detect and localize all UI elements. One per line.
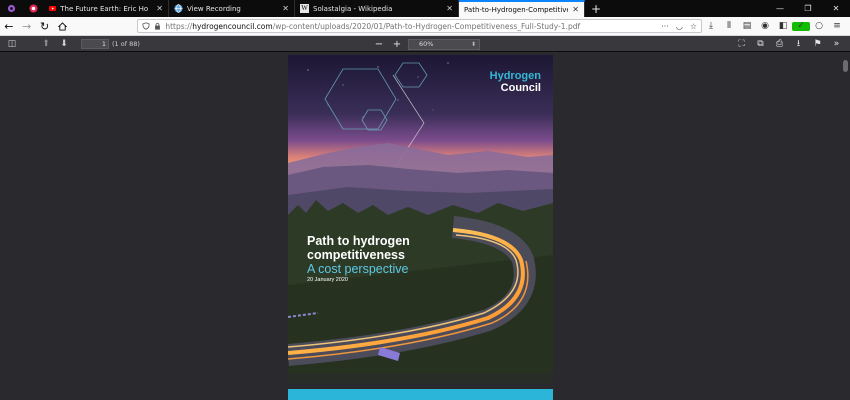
url-text[interactable]: https://hydrogencouncil.com/wp-content/u… <box>165 22 580 31</box>
checkmark-extension-icon[interactable]: ✓ <box>792 21 810 31</box>
save-icon[interactable]: ⭳ <box>789 36 808 52</box>
navigation-toolbar: ← → ↻ https://hydrogencouncil.com/wp-con… <box>0 17 850 36</box>
toolbar-right: ⤓ ⫴ ▤ ◉ ◧ ✓ ○ ≡ <box>702 21 850 31</box>
tab-title: The Future Earth: Eric Holthaus <box>60 4 149 13</box>
lock-icon[interactable] <box>154 22 161 30</box>
pdf-toolbar: ◫ ⬆ ⬇ 1 (1 of 88) − + 60% ⛶ ⧉ ⎙ ⭳ ⚑ » <box>0 36 850 52</box>
logo-line-1: Hydrogen <box>489 70 541 82</box>
bookmark-star-icon[interactable]: ☆ <box>690 22 697 31</box>
library-icon[interactable]: ⫴ <box>720 21 738 31</box>
sidebar-toggle-icon[interactable]: ◫ <box>3 39 21 49</box>
menu-icon[interactable]: ≡ <box>828 21 846 31</box>
wikipedia-icon: W <box>300 4 309 13</box>
pdf-page-2 <box>288 389 553 400</box>
tab-pdf-active[interactable]: Path-to-Hydrogen-Competitiveness ✕ <box>459 0 585 17</box>
extension-icon <box>7 4 15 13</box>
vertical-scrollbar[interactable] <box>840 52 850 400</box>
cover-title-line-1: Path to hydrogen <box>307 234 410 248</box>
page-actions-icon[interactable]: ··· <box>661 22 669 31</box>
globe-icon <box>174 4 183 13</box>
home-icon <box>57 21 67 31</box>
scrollbar-thumb[interactable] <box>843 60 848 72</box>
hydrogen-council-logo: Hydrogen Council <box>489 70 541 94</box>
back-arrow-icon: ← <box>4 19 14 33</box>
shield-icon[interactable] <box>142 22 150 30</box>
cover-title: Path to hydrogen competitiveness <box>307 234 410 263</box>
tools-icon[interactable]: » <box>827 39 846 49</box>
logo-line-2: Council <box>500 81 541 94</box>
sidebar-icon[interactable]: ▤ <box>738 21 756 31</box>
bookmark-icon[interactable]: ⚑ <box>808 39 827 49</box>
tab-title: Path-to-Hydrogen-Competitiveness <box>464 5 568 14</box>
firefox-view-button[interactable] <box>0 0 22 17</box>
close-window-icon[interactable]: ✕ <box>822 4 850 13</box>
cover-subtitle: A cost perspective <box>307 262 409 276</box>
page-number-input[interactable]: 1 <box>81 38 109 49</box>
zoom-controls: − + 60% <box>372 36 480 52</box>
close-tab-icon[interactable]: ✕ <box>446 4 453 13</box>
next-page-icon[interactable]: ⬇ <box>55 39 73 49</box>
tab-title: Solastalgia - Wikipedia <box>313 4 393 13</box>
tab-wikipedia[interactable]: W Solastalgia - Wikipedia ✕ <box>295 0 459 17</box>
url-path: /wp-content/uploads/2020/01/Path-to-Hydr… <box>272 21 581 31</box>
back-button[interactable]: ← <box>0 17 18 36</box>
forward-arrow-icon: → <box>22 19 32 33</box>
previous-page-icon[interactable]: ⬆ <box>37 39 55 49</box>
pdf-toolbar-right: ⛶ ⧉ ⎙ ⭳ ⚑ » <box>732 36 846 52</box>
youtube-icon <box>49 5 57 12</box>
presentation-mode-icon[interactable]: ⛶ <box>732 39 751 49</box>
restore-icon[interactable]: ❐ <box>794 4 822 13</box>
pdf-page-cover: Hydrogen Council Path to hydrogen compet… <box>288 55 553 383</box>
profile-icon[interactable]: ○ <box>810 21 828 31</box>
url-scheme: https:// <box>165 21 193 31</box>
zoom-select[interactable]: 60% <box>408 38 480 50</box>
reload-button[interactable]: ↻ <box>36 17 54 36</box>
tab-title: View Recording <box>187 4 241 13</box>
download-icon[interactable]: ⤓ <box>702 21 720 31</box>
home-button[interactable] <box>53 17 71 36</box>
close-tab-icon[interactable]: ✕ <box>572 5 579 14</box>
print-icon[interactable]: ⎙ <box>770 39 789 49</box>
cover-title-line-2: competitiveness <box>307 247 405 262</box>
url-bar-actions: ··· ◡ ☆ <box>661 22 697 31</box>
extension-icon[interactable]: ◧ <box>774 21 792 31</box>
tab-youtube[interactable]: The Future Earth: Eric Holthaus ✕ <box>44 0 169 17</box>
page-count: (1 of 88) <box>112 39 140 48</box>
tab-strip: The Future Earth: Eric Holthaus ✕ View R… <box>0 0 850 17</box>
tab-view-recording[interactable]: View Recording ✕ <box>169 0 295 17</box>
new-tab-button[interactable]: + <box>585 0 607 17</box>
open-file-icon[interactable]: ⧉ <box>751 39 770 49</box>
reload-icon: ↻ <box>39 19 50 33</box>
account-icon[interactable]: ◉ <box>756 21 774 31</box>
cover-date: 20 January 2020 <box>307 277 348 283</box>
minimize-icon[interactable]: — <box>766 4 794 13</box>
cover-image <box>288 55 553 383</box>
record-icon <box>28 4 38 13</box>
pinned-tab[interactable] <box>22 0 44 17</box>
plus-icon: + <box>590 1 602 16</box>
zoom-in-icon[interactable]: + <box>390 39 404 50</box>
zoom-out-icon[interactable]: − <box>372 39 386 50</box>
close-tab-icon[interactable]: ✕ <box>282 4 289 13</box>
pocket-icon[interactable]: ◡ <box>676 22 683 31</box>
url-host: hydrogencouncil.com <box>192 21 273 31</box>
forward-button[interactable]: → <box>18 17 36 36</box>
window-controls: — ❐ ✕ <box>766 0 850 17</box>
url-bar[interactable]: https://hydrogencouncil.com/wp-content/u… <box>137 19 702 33</box>
close-tab-icon[interactable]: ✕ <box>156 4 163 13</box>
